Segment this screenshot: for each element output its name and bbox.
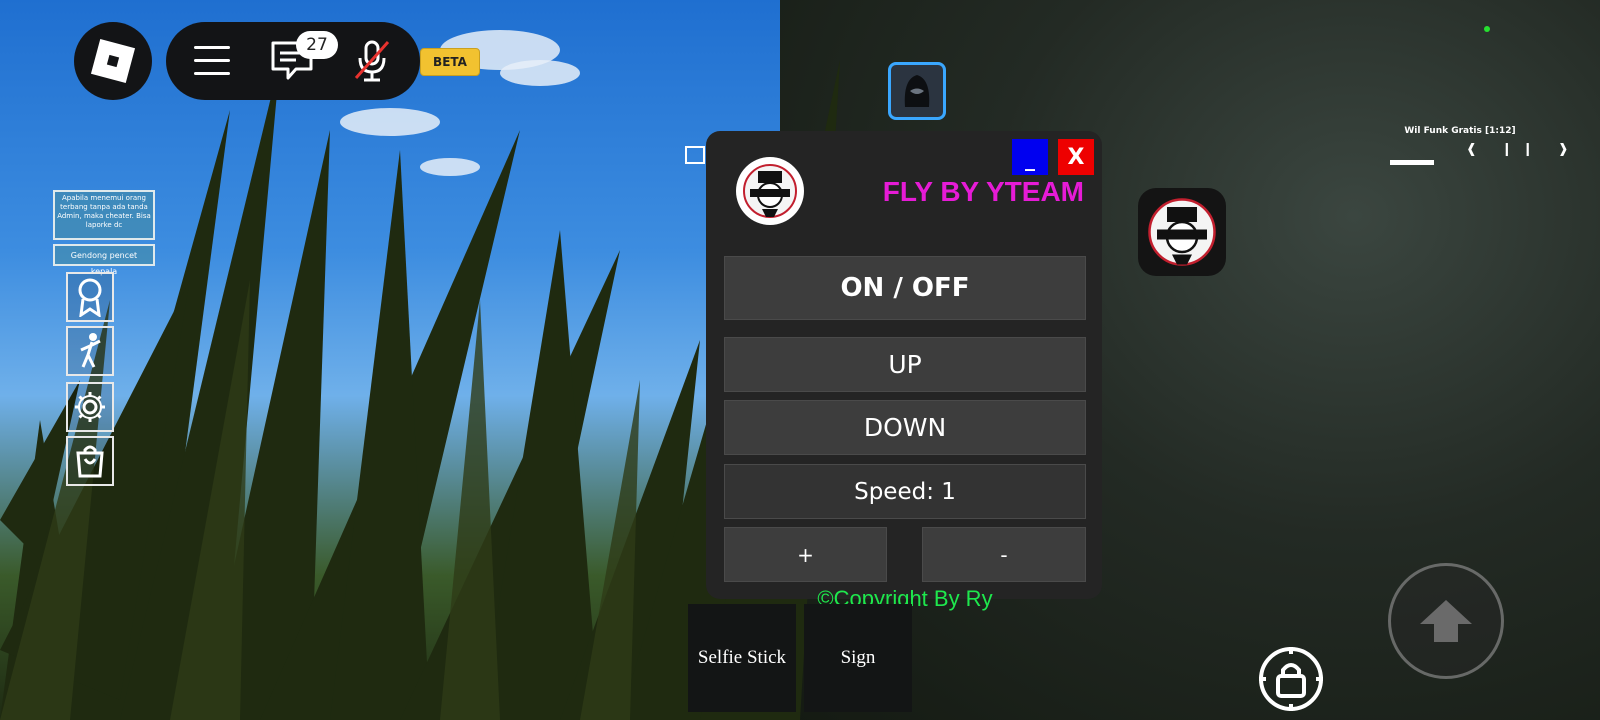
skull-emblem-icon	[743, 164, 797, 218]
music-title: Wil Funk Gratis [1:12]	[1404, 126, 1516, 136]
music-progress-bar	[1390, 160, 1434, 165]
roblox-icon	[90, 38, 136, 84]
chat-count-badge: 27	[296, 31, 338, 59]
hamburger-menu-icon[interactable]	[194, 46, 230, 76]
up-button[interactable]: UP	[724, 337, 1086, 392]
hooded-figure-icon	[904, 75, 930, 107]
speed-display: Speed: 1	[724, 464, 1086, 519]
settings-button[interactable]	[66, 382, 114, 432]
emote-button[interactable]	[66, 326, 114, 376]
music-controls[interactable]: ❰ ❙❙ ❱	[1466, 142, 1579, 157]
jump-button[interactable]	[1388, 563, 1504, 679]
speed-minus-button[interactable]: -	[922, 527, 1086, 582]
panel-logo-icon	[736, 157, 804, 225]
shop-button[interactable]	[66, 436, 114, 486]
dancing-person-icon	[80, 333, 101, 368]
minimize-button[interactable]: _	[1012, 139, 1048, 175]
toggle-fly-button[interactable]: ON / OFF	[724, 256, 1086, 320]
cheater-warning-note: Apabila menemui orang terbang tanpa ada …	[53, 190, 155, 240]
status-dot	[1484, 26, 1490, 32]
award-ribbon-icon	[78, 278, 102, 317]
shift-lock-icon[interactable]	[1258, 646, 1324, 712]
badge-button[interactable]	[66, 272, 114, 322]
tool-sign[interactable]: Sign	[804, 604, 912, 712]
avatar-button[interactable]	[888, 62, 946, 120]
shopping-bag-icon	[76, 445, 104, 478]
up-arrow-icon	[1420, 600, 1472, 642]
panel-title: FLY BY YTEAM	[882, 176, 1084, 207]
skull-emblem-icon	[1148, 198, 1216, 266]
tool-selfie-stick[interactable]: Selfie Stick	[688, 604, 796, 712]
small-square-outline	[685, 146, 705, 164]
speed-plus-button[interactable]: +	[724, 527, 887, 582]
down-button[interactable]: DOWN	[724, 400, 1086, 455]
roblox-logo-button[interactable]	[74, 22, 152, 100]
gear-icon	[75, 392, 105, 422]
close-button[interactable]: X	[1058, 139, 1094, 175]
muted-microphone-icon[interactable]	[352, 38, 392, 84]
script-logo-button[interactable]	[1138, 188, 1226, 276]
carry-hint-note[interactable]: Gendong pencet kepala	[53, 244, 155, 276]
beta-badge: BETA	[420, 48, 480, 76]
